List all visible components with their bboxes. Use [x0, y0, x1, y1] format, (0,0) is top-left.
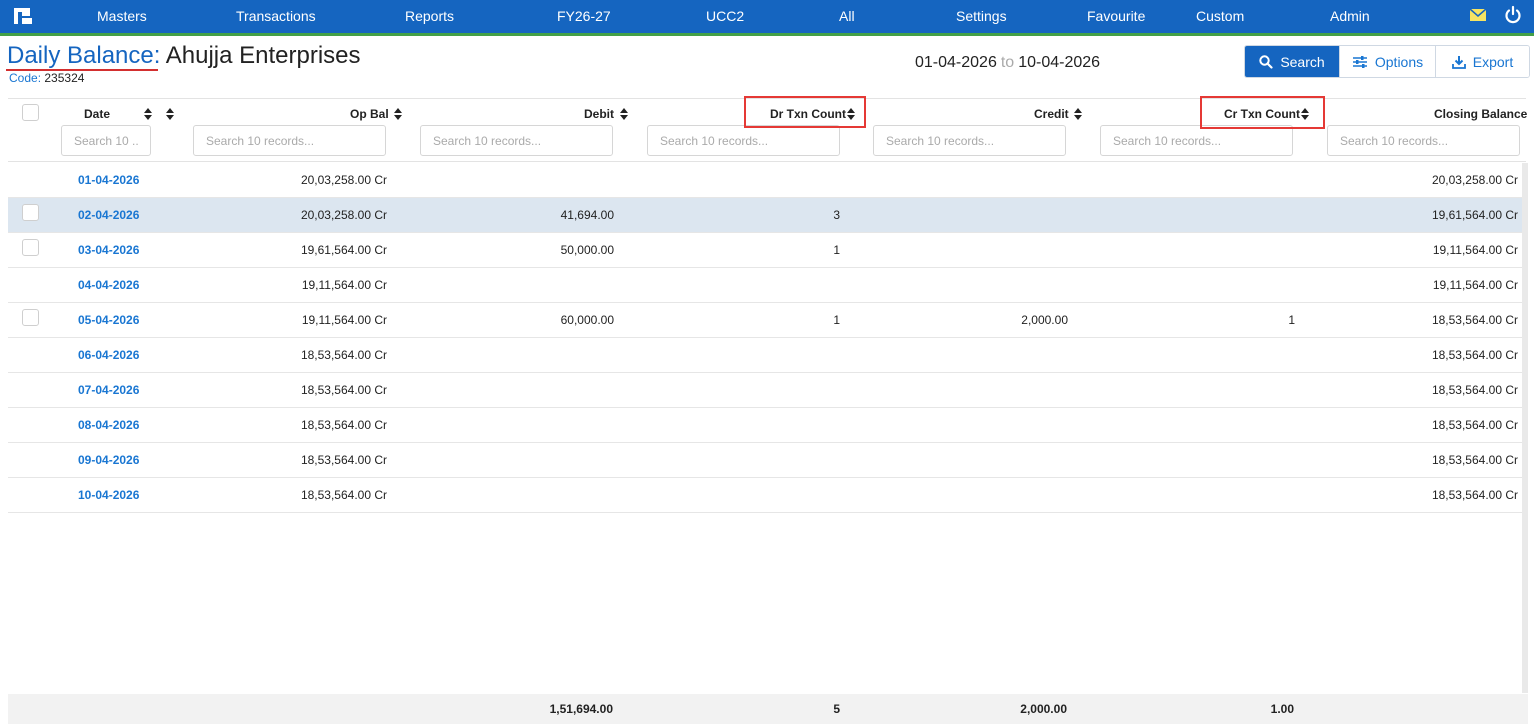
table-row[interactable]: 06-04-2026 18,53,564.00 Cr 18,53,564.00 Cr [8, 338, 1522, 373]
sliders-icon [1352, 55, 1367, 68]
nav-admin[interactable]: Admin [1330, 0, 1370, 33]
column-header-credit[interactable]: Credit [1034, 107, 1069, 121]
date-to: 10-04-2026 [1018, 54, 1101, 71]
account-name: Ahujja Enterprises [165, 42, 361, 69]
export-button-label: Export [1472, 53, 1514, 70]
cell-closing: 18,53,564.00 Cr [1431, 453, 1518, 467]
page-title: Daily Balance: Ahujja Enterprises [7, 42, 361, 70]
debit-search-input[interactable] [420, 125, 613, 156]
date-range[interactable]: 01-04-2026 to 10-04-2026 [915, 54, 1100, 72]
search-button[interactable]: Search [1245, 46, 1339, 77]
select-all-checkbox[interactable] [22, 104, 39, 121]
nav-settings[interactable]: Settings [956, 0, 1007, 33]
table-row[interactable]: 08-04-2026 18,53,564.00 Cr 18,53,564.00 Cr [8, 408, 1522, 443]
dr-txn-count-search-input[interactable] [647, 125, 840, 156]
cell-closing: 18,53,564.00 Cr [1431, 383, 1518, 397]
nav-custom[interactable]: Custom [1196, 0, 1244, 33]
options-button-label: Options [1374, 53, 1424, 70]
total-cr-count: 1.00 [1270, 702, 1294, 716]
power-icon[interactable] [1503, 5, 1523, 25]
column-header-debit[interactable]: Debit [584, 107, 614, 121]
sort-icon[interactable] [144, 108, 152, 120]
nav-reports[interactable]: Reports [405, 0, 454, 33]
date-search-input[interactable] [61, 125, 151, 156]
date-from: 01-04-2026 [915, 54, 997, 71]
top-navbar: Masters Transactions Reports FY26-27 UCC… [0, 0, 1534, 36]
code-label: Code: [9, 71, 42, 85]
nav-transactions[interactable]: Transactions [236, 0, 316, 33]
totals-row: 1,51,694.00 5 2,000.00 1.00 [8, 694, 1528, 724]
nav-masters[interactable]: Masters [97, 0, 147, 33]
closing-balance-search-input[interactable] [1327, 125, 1520, 156]
code-value: 235324 [44, 71, 85, 85]
sort-icon[interactable] [620, 108, 628, 120]
cell-closing: 18,53,564.00 Cr [1431, 418, 1518, 432]
table-row[interactable]: 07-04-2026 18,53,564.00 Cr 18,53,564.00 Cr [8, 373, 1522, 408]
account-code: Code: 235324 [9, 71, 84, 85]
export-button[interactable]: Export [1435, 46, 1529, 77]
column-header-date[interactable]: Date [84, 107, 110, 121]
search-icon [1259, 54, 1273, 69]
cell-closing: 20,03,258.00 Cr [1431, 173, 1518, 187]
vertical-scrollbar[interactable] [1522, 163, 1528, 693]
nav-favourite[interactable]: Favourite [1087, 0, 1145, 33]
cell-closing: 18,53,564.00 Cr [1431, 348, 1518, 362]
title-separator: : [153, 42, 161, 69]
column-header-closing-balance[interactable]: Closing Balance [1434, 107, 1527, 121]
cell-closing: 19,11,564.00 Cr [1432, 278, 1518, 292]
table-row[interactable]: 03-04-2026 19,61,564.00 Cr 50,000.00 1 19,11… [8, 233, 1522, 268]
table-row[interactable]: 01-04-2026 20,03,258.00 Cr 20,03,258.00 Cr [8, 163, 1522, 198]
cell-closing: 19,61,564.00 Cr [1431, 208, 1518, 222]
dr-txn-count-highlight [744, 96, 866, 128]
options-button[interactable]: Options [1339, 46, 1435, 77]
sort-icon[interactable] [394, 108, 402, 120]
cr-txn-count-highlight [1200, 96, 1325, 129]
download-icon [1451, 55, 1466, 69]
search-button-label: Search [1280, 53, 1325, 70]
nav-fiscal-year[interactable]: FY26-27 [557, 0, 611, 33]
table-row[interactable]: 05-04-2026 19,11,564.00 Cr 60,000.00 1 2,000… [8, 303, 1522, 338]
table-row[interactable]: 02-04-2026 20,03,258.00 Cr 41,694.00 3 19,61… [8, 198, 1522, 233]
report-title-link[interactable]: Daily Balance [7, 42, 154, 69]
app-logo-icon[interactable] [12, 6, 34, 26]
credit-search-input[interactable] [873, 125, 1066, 156]
cr-txn-count-search-input[interactable] [1100, 125, 1293, 156]
table-row[interactable]: 09-04-2026 18,53,564.00 Cr 18,53,564.00 Cr [8, 443, 1522, 478]
nav-ucc2[interactable]: UCC2 [706, 0, 744, 33]
table-row[interactable]: 10-04-2026 18,53,564.00 Cr 18,53,564.00 Cr [8, 478, 1522, 513]
nav-accent-strip [0, 33, 1534, 36]
cell-closing: 19,11,564.00 Cr [1432, 243, 1518, 257]
nav-all[interactable]: All [839, 0, 855, 33]
sort-icon[interactable] [1074, 108, 1082, 120]
column-header-op-bal[interactable]: Op Bal [350, 107, 389, 121]
op-bal-search-input[interactable] [193, 125, 386, 156]
mail-icon[interactable] [1468, 5, 1488, 25]
date-to-word: to [1000, 54, 1015, 71]
cell-closing: 18,53,564.00 Cr [1431, 488, 1518, 502]
cell-closing: 18,53,564.00 Cr [1431, 313, 1518, 327]
table-row[interactable]: 04-04-2026 19,11,564.00 Cr 19,11,564.00 Cr [8, 268, 1522, 303]
sort-icon[interactable] [166, 108, 174, 120]
toolbar: Search Options Export [1244, 45, 1530, 78]
